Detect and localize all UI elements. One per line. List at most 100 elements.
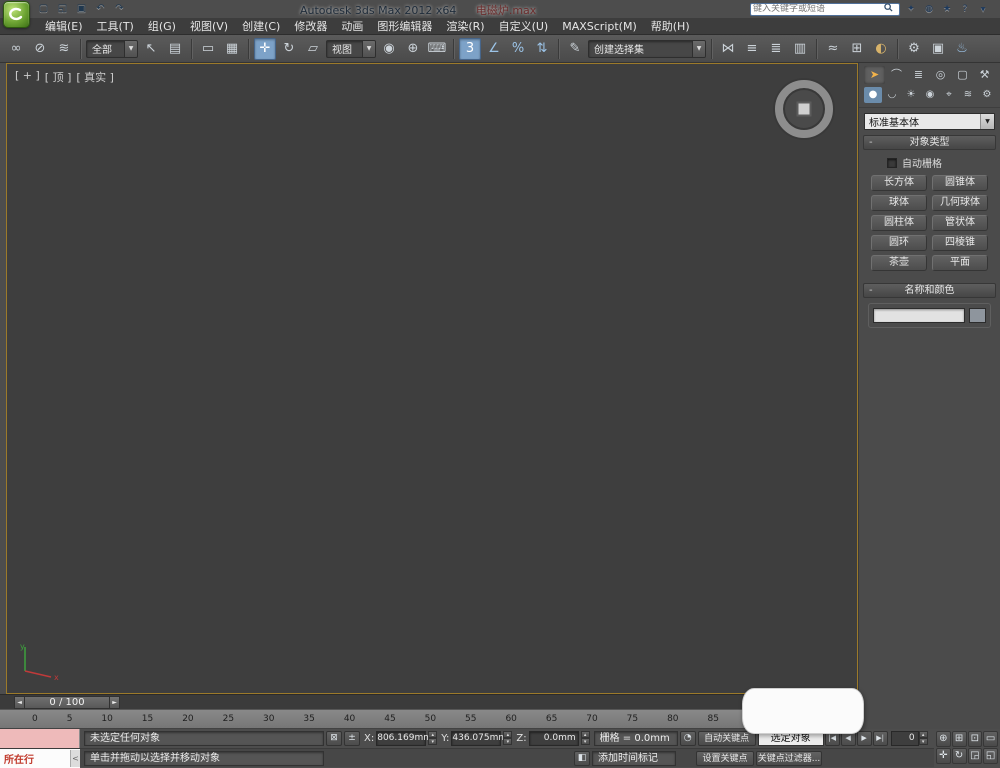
- named-selection-sets-dropdown[interactable]: 创建选择集 ▼: [588, 39, 706, 58]
- object-color-swatch[interactable]: [969, 308, 986, 323]
- zoom-all-icon[interactable]: ⊞: [951, 731, 967, 747]
- new-scene-icon[interactable]: ▢: [36, 2, 51, 16]
- x-spinner[interactable]: ▴ ▾: [428, 731, 438, 746]
- zoom-region-icon[interactable]: ▭: [983, 731, 998, 747]
- selection-filter-dropdown[interactable]: 全部 ▼: [86, 39, 138, 58]
- category-space-warps-icon[interactable]: ≋: [959, 87, 977, 103]
- spinner-up-icon[interactable]: ▴: [428, 731, 438, 738]
- window-crossing-icon[interactable]: ▦: [221, 38, 243, 60]
- x-coordinate-input[interactable]: 806.169mm: [376, 731, 432, 746]
- layer-manager-icon[interactable]: ≣: [765, 38, 787, 60]
- absolute-offset-mode-icon[interactable]: ±: [344, 731, 360, 746]
- maxscript-mini-listener[interactable]: [0, 729, 80, 748]
- edit-named-selection-sets-icon[interactable]: ✎: [564, 38, 586, 60]
- app-menu-button[interactable]: [3, 1, 30, 28]
- category-helpers-icon[interactable]: ⌖: [940, 87, 958, 103]
- plane-button[interactable]: 平面: [932, 255, 988, 271]
- menu-customize[interactable]: 自定义(U): [492, 18, 556, 35]
- select-object-icon[interactable]: ↖: [140, 38, 162, 60]
- search-input[interactable]: [753, 4, 881, 14]
- category-geometry-icon[interactable]: ●: [864, 87, 882, 103]
- save-file-icon[interactable]: ▣: [74, 2, 89, 16]
- percent-snap-icon[interactable]: %: [507, 38, 529, 60]
- object-name-input[interactable]: [873, 308, 965, 323]
- selection-lock-icon[interactable]: ⊠: [326, 731, 342, 746]
- sphere-button[interactable]: 球体: [871, 195, 927, 211]
- select-and-rotate-icon[interactable]: ↻: [278, 38, 300, 60]
- pyramid-button[interactable]: 四棱锥: [932, 235, 988, 251]
- tab-display[interactable]: ▢: [952, 66, 973, 84]
- angle-snap-icon[interactable]: ∠: [483, 38, 505, 60]
- menu-create[interactable]: 创建(C): [235, 18, 287, 35]
- tube-button[interactable]: 管状体: [932, 215, 988, 231]
- menu-maxscript[interactable]: MAXScript(M): [555, 18, 644, 35]
- redo-icon[interactable]: ↷: [112, 2, 127, 16]
- chevron-down-icon[interactable]: ▼: [976, 3, 990, 16]
- category-cameras-icon[interactable]: ◉: [921, 87, 939, 103]
- zoom-icon[interactable]: ⊕: [936, 731, 951, 747]
- menu-modifiers[interactable]: 修改器: [287, 18, 334, 35]
- viewcube[interactable]: [775, 80, 833, 138]
- menu-views[interactable]: 视图(V): [183, 18, 235, 35]
- favorites-icon[interactable]: ★: [940, 3, 954, 16]
- unlink-selection-icon[interactable]: ⊘: [29, 38, 51, 60]
- bind-to-space-warp-icon[interactable]: ≋: [53, 38, 75, 60]
- spinner-down-icon[interactable]: ▾: [580, 738, 590, 745]
- help-icon[interactable]: ?: [958, 3, 972, 16]
- menu-animation[interactable]: 动画: [334, 18, 370, 35]
- tab-motion[interactable]: ◎: [930, 66, 951, 84]
- maxscript-listener-line[interactable]: 所在行 <: [0, 748, 80, 768]
- geosphere-button[interactable]: 几何球体: [932, 195, 988, 211]
- viewport-shading-menu[interactable]: [ 真实 ]: [76, 69, 114, 85]
- menu-group[interactable]: 组(G): [141, 18, 183, 35]
- spinner-down-icon[interactable]: ▾: [918, 738, 928, 745]
- menu-graph-editors[interactable]: 图形编辑器: [370, 18, 439, 35]
- teapot-button[interactable]: 茶壶: [871, 255, 927, 271]
- menu-tools[interactable]: 工具(T): [90, 18, 141, 35]
- time-slider-track[interactable]: ◄ 0 / 100 ►: [0, 694, 858, 709]
- tab-modify[interactable]: ⌒: [886, 66, 907, 84]
- spinner-up-icon[interactable]: ▴: [918, 731, 928, 738]
- undo-icon[interactable]: ↶: [93, 2, 108, 16]
- graphite-modeling-icon[interactable]: ▥: [789, 38, 811, 60]
- curve-editor-icon[interactable]: ≈: [822, 38, 844, 60]
- name-color-rollout-header[interactable]: - 名称和颜色: [863, 283, 996, 298]
- cylinder-button[interactable]: 圆柱体: [871, 215, 927, 231]
- material-editor-icon[interactable]: ◐: [870, 38, 892, 60]
- category-shapes-icon[interactable]: ◡: [883, 87, 901, 103]
- add-time-tag[interactable]: 添加时间标记: [592, 750, 676, 766]
- autogrid-checkbox[interactable]: [887, 157, 897, 168]
- viewcube-top-face[interactable]: [796, 101, 812, 117]
- set-key-button[interactable]: 设置关键点: [696, 750, 754, 766]
- spinner-down-icon[interactable]: ▾: [503, 738, 513, 745]
- z-spinner[interactable]: ▴ ▾: [580, 731, 590, 746]
- time-tag-icon[interactable]: ◧: [574, 750, 590, 766]
- spinner-down-icon[interactable]: ▾: [428, 738, 438, 745]
- pan-icon[interactable]: ✛: [936, 748, 951, 764]
- torus-button[interactable]: 圆环: [871, 235, 927, 251]
- rectangular-selection-region-icon[interactable]: ▭: [197, 38, 219, 60]
- key-filters-button[interactable]: 关键点过滤器...: [756, 750, 822, 766]
- select-and-manipulate-icon[interactable]: ⊕: [402, 38, 424, 60]
- tab-utilities[interactable]: ⚒: [974, 66, 995, 84]
- snaps-toggle-icon[interactable]: 3: [459, 37, 481, 60]
- viewport-canvas[interactable]: [ + ] [ 顶 ] [ 真实 ] y x: [6, 63, 858, 694]
- go-to-end-icon[interactable]: ▶|: [872, 731, 888, 746]
- box-button[interactable]: 长方体: [871, 175, 927, 191]
- next-frame-arrow-icon[interactable]: ►: [109, 695, 120, 709]
- time-slider-handle[interactable]: ◄ 0 / 100 ►: [14, 695, 120, 709]
- schematic-view-icon[interactable]: ⊞: [846, 38, 868, 60]
- tab-create[interactable]: ➤: [864, 66, 885, 84]
- open-file-icon[interactable]: ◱: [55, 2, 70, 16]
- spinner-up-icon[interactable]: ▴: [503, 731, 513, 738]
- maximize-viewport-toggle-icon[interactable]: ◱: [983, 748, 998, 764]
- menu-help[interactable]: 帮助(H): [644, 18, 697, 35]
- use-pivot-point-center-icon[interactable]: ◉: [378, 38, 400, 60]
- keyboard-shortcut-override-icon[interactable]: ⌨: [426, 38, 448, 60]
- reference-coordinate-dropdown[interactable]: 视图 ▼: [326, 39, 376, 58]
- default-tangent-icon[interactable]: ◔: [679, 731, 696, 746]
- select-and-link-icon[interactable]: ∞: [5, 38, 27, 60]
- orbit-icon[interactable]: ↻: [951, 748, 967, 764]
- select-by-name-icon[interactable]: ▤: [164, 38, 186, 60]
- auto-key-button[interactable]: 自动关键点: [697, 731, 756, 746]
